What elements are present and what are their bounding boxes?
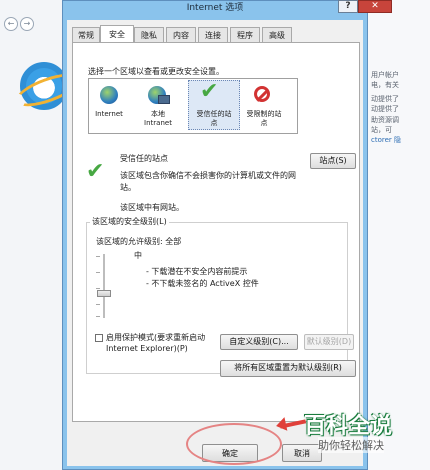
- custom-level-button[interactable]: 自定义级别(C)...: [220, 334, 298, 350]
- protected-mode-label: Internet Explorer)(P): [106, 344, 188, 353]
- watermark-subtitle: 助你轻松解决: [318, 437, 384, 453]
- tab-privacy[interactable]: 隐私: [134, 27, 164, 42]
- slider-tick: [96, 256, 100, 257]
- security-level-name: 中: [134, 251, 142, 260]
- protected-mode-label: 启用保护模式(要求重新启动: [106, 333, 206, 342]
- back-arrow-icon[interactable]: ←: [4, 17, 18, 31]
- bg-text-line: 助资源调: [371, 116, 399, 124]
- trusted-checkmark-icon: ✔: [86, 159, 105, 184]
- reset-all-zones-button[interactable]: 将所有区域重置为默认级别(R): [220, 360, 356, 377]
- security-level-legend: 该区域的安全级别(L): [90, 216, 169, 227]
- zone-local-intranet[interactable]: 本地 Intranet: [136, 110, 180, 128]
- selected-zone-site-count: 该区域中有网站。: [120, 203, 184, 212]
- selected-zone-desc: 站。: [120, 183, 136, 192]
- tab-security[interactable]: 安全: [100, 25, 134, 43]
- bg-text-line: 用户帐户: [371, 71, 399, 79]
- protected-mode-checkbox[interactable]: [95, 334, 103, 342]
- zone-trusted-sites[interactable]: 受信任的站 点: [192, 110, 236, 128]
- tab-advanced[interactable]: 高级: [262, 27, 292, 42]
- bg-link-line[interactable]: ctorer 隐: [371, 135, 401, 145]
- zone-label-line1: 受信任的站: [196, 110, 232, 118]
- help-button[interactable]: ?: [338, 0, 358, 13]
- zone-restricted-sites[interactable]: 受限制的站 点: [242, 110, 286, 128]
- tab-general[interactable]: 常规: [72, 27, 100, 42]
- dialog-title: Internet 选项: [186, 3, 244, 13]
- computer-icon: [158, 95, 170, 104]
- security-slider-track: [103, 254, 105, 318]
- slider-tick: [96, 272, 100, 273]
- bg-text-line: 动提供了: [371, 105, 399, 113]
- zone-label-line1: 受限制的站: [246, 110, 282, 118]
- bg-text-line: 电，有关: [371, 81, 399, 89]
- security-level-bullet: - 下载潜在不安全内容前提示: [146, 267, 248, 276]
- zone-label-line1: Internet: [95, 110, 123, 118]
- slider-tick: [96, 288, 100, 289]
- forward-arrow-icon[interactable]: →: [20, 17, 34, 31]
- security-slider-thumb[interactable]: [97, 290, 111, 297]
- security-level-bullet: - 不下载未签名的 ActiveX 控件: [146, 279, 259, 288]
- slider-tick: [96, 304, 100, 305]
- zone-instruction: 选择一个区域以查看或更改安全设置。: [88, 67, 224, 76]
- watermark-title: 百科全说: [304, 414, 393, 439]
- zone-internet[interactable]: Internet: [87, 110, 131, 119]
- tab-programs[interactable]: 程序: [230, 27, 260, 42]
- checkmark-icon: ✔: [200, 79, 219, 104]
- tab-connections[interactable]: 连接: [198, 27, 228, 42]
- allowed-levels-label: 该区域的允许级别: 全部: [96, 237, 182, 246]
- slider-tick: [96, 316, 100, 317]
- globe-icon: [100, 86, 118, 104]
- zone-label-line2: Intranet: [144, 119, 172, 127]
- selected-zone-name: 受信任的站点: [120, 154, 168, 163]
- selected-zone-desc: 该区域包含你确信不会损害你的计算机或文件的网: [120, 171, 296, 180]
- zone-label-line2: 点: [210, 119, 218, 127]
- sites-button[interactable]: 站点(S): [310, 153, 356, 169]
- bg-text-line: 动提供了: [371, 95, 399, 103]
- annotation-ellipse: [186, 423, 282, 465]
- zone-label-line2: 点: [260, 119, 268, 127]
- default-level-button[interactable]: 默认级别(D): [304, 334, 354, 350]
- bg-text-line: 站，可: [371, 126, 392, 134]
- restricted-icon: [254, 86, 270, 102]
- close-button[interactable]: ✕: [358, 0, 392, 13]
- tab-content[interactable]: 内容: [166, 27, 196, 42]
- cancel-button[interactable]: 取消: [282, 444, 322, 462]
- zone-label-line1: 本地: [151, 110, 165, 118]
